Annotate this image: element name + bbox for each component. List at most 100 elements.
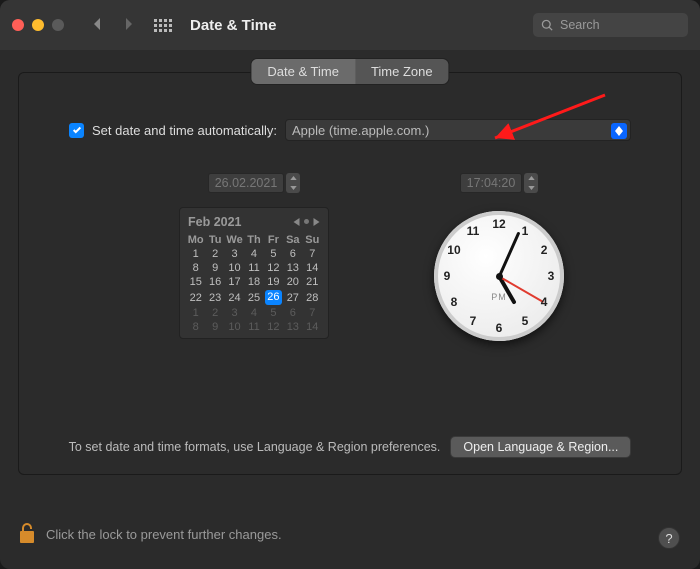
cal-day[interactable]: 18 — [244, 275, 263, 289]
date-stepper[interactable] — [286, 173, 300, 193]
cal-dow: Su — [303, 233, 322, 247]
cal-day[interactable]: 7 — [303, 306, 322, 320]
cal-day[interactable]: 14 — [303, 320, 322, 334]
clock-number: 6 — [496, 321, 503, 335]
cal-day[interactable]: 8 — [186, 320, 205, 334]
cal-day[interactable]: 23 — [205, 289, 224, 306]
forward-button[interactable] — [122, 17, 134, 34]
cal-today-icon[interactable] — [304, 219, 309, 224]
clock-number: 5 — [522, 314, 529, 328]
cal-day[interactable]: 2 — [205, 247, 224, 261]
cal-dow: Tu — [205, 233, 224, 247]
cal-day[interactable]: 11 — [244, 261, 263, 275]
calendar-grid: MoTuWeThFrSaSu 1234567891011121314151617… — [186, 233, 322, 334]
cal-day[interactable]: 27 — [283, 289, 302, 306]
cal-day[interactable]: 24 — [225, 289, 244, 306]
cal-day[interactable]: 5 — [264, 306, 283, 320]
minimize-window-button[interactable] — [32, 19, 44, 31]
cal-day[interactable]: 12 — [264, 320, 283, 334]
search-icon — [541, 19, 554, 32]
cal-next-icon[interactable] — [313, 214, 320, 229]
cal-day[interactable]: 8 — [186, 261, 205, 275]
calendar-month: Feb 2021 — [188, 215, 242, 229]
cal-day[interactable]: 5 — [264, 247, 283, 261]
cal-day[interactable]: 12 — [264, 261, 283, 275]
tab-date-time[interactable]: Date & Time — [251, 59, 355, 84]
clock-number: 10 — [447, 243, 460, 257]
cal-day[interactable]: 3 — [225, 247, 244, 261]
chevron-down-icon — [611, 123, 627, 139]
close-window-button[interactable] — [12, 19, 24, 31]
clock-number: 11 — [467, 224, 480, 238]
clock-number: 9 — [444, 269, 451, 283]
prefs-panel: Date & Time Time Zone Set date and time … — [18, 72, 682, 475]
cal-dow: Th — [244, 233, 263, 247]
clock-number: 7 — [470, 314, 477, 328]
cal-dow: Sa — [283, 233, 302, 247]
cal-day[interactable]: 25 — [244, 289, 263, 306]
auto-checkbox[interactable] — [69, 123, 84, 138]
time-server-value: Apple (time.apple.com.) — [292, 123, 429, 138]
open-language-region-button[interactable]: Open Language & Region... — [450, 436, 631, 458]
search-field[interactable]: Search — [533, 13, 688, 37]
cal-day[interactable]: 4 — [244, 247, 263, 261]
titlebar: Date & Time Search — [0, 0, 700, 50]
cal-day[interactable]: 28 — [303, 289, 322, 306]
search-placeholder: Search — [560, 18, 600, 32]
tab-time-zone[interactable]: Time Zone — [355, 59, 449, 84]
lock-icon[interactable] — [18, 522, 36, 547]
clock-number: 2 — [541, 243, 548, 257]
time-stepper[interactable] — [524, 173, 538, 193]
time-server-combo[interactable]: Apple (time.apple.com.) — [285, 119, 631, 141]
cal-day[interactable]: 4 — [244, 306, 263, 320]
cal-day[interactable]: 11 — [244, 320, 263, 334]
cal-day[interactable]: 19 — [264, 275, 283, 289]
help-button[interactable]: ? — [658, 527, 680, 549]
clock-number: 1 — [522, 224, 529, 238]
cal-day[interactable]: 14 — [303, 261, 322, 275]
zoom-window-button — [52, 19, 64, 31]
date-field[interactable]: 26.02.2021 — [208, 173, 301, 193]
cal-day[interactable]: 7 — [303, 247, 322, 261]
format-hint: To set date and time formats, use Langua… — [69, 440, 441, 454]
cal-day[interactable]: 9 — [205, 261, 224, 275]
cal-day[interactable]: 1 — [186, 247, 205, 261]
cal-prev-icon[interactable] — [293, 214, 300, 229]
date-value: 26.02.2021 — [208, 173, 285, 193]
cal-day[interactable]: 26 — [264, 289, 283, 306]
cal-day[interactable]: 21 — [303, 275, 322, 289]
clock-number: 3 — [548, 269, 555, 283]
cal-day[interactable]: 17 — [225, 275, 244, 289]
cal-dow: We — [225, 233, 244, 247]
cal-day[interactable]: 16 — [205, 275, 224, 289]
cal-day[interactable]: 10 — [225, 320, 244, 334]
cal-day[interactable]: 6 — [283, 306, 302, 320]
clock-number: 12 — [492, 217, 505, 231]
cal-dow: Mo — [186, 233, 205, 247]
cal-day[interactable]: 2 — [205, 306, 224, 320]
time-field[interactable]: 17:04:20 — [460, 173, 539, 193]
calendar[interactable]: Feb 2021 MoTuWeThFrSaSu 1234567891011121… — [179, 207, 329, 339]
cal-day[interactable]: 13 — [283, 261, 302, 275]
cal-day[interactable]: 13 — [283, 320, 302, 334]
cal-day[interactable]: 1 — [186, 306, 205, 320]
back-button[interactable] — [92, 17, 104, 34]
clock-number: 8 — [451, 295, 458, 309]
clock-ampm: PM — [491, 292, 507, 302]
analog-clock: PM 121234567891011 — [434, 211, 564, 341]
auto-label: Set date and time automatically: — [92, 123, 277, 138]
cal-day[interactable]: 6 — [283, 247, 302, 261]
window-title: Date & Time — [190, 17, 276, 34]
show-all-icon[interactable] — [154, 19, 172, 32]
time-value: 17:04:20 — [460, 173, 523, 193]
cal-day[interactable]: 3 — [225, 306, 244, 320]
cal-day[interactable]: 9 — [205, 320, 224, 334]
lock-text: Click the lock to prevent further change… — [46, 527, 282, 542]
cal-day[interactable]: 20 — [283, 275, 302, 289]
cal-day[interactable]: 15 — [186, 275, 205, 289]
clock-number: 4 — [541, 295, 548, 309]
cal-dow: Fr — [264, 233, 283, 247]
cal-day[interactable]: 10 — [225, 261, 244, 275]
tab-bar: Date & Time Time Zone — [251, 59, 448, 84]
cal-day[interactable]: 22 — [186, 289, 205, 306]
